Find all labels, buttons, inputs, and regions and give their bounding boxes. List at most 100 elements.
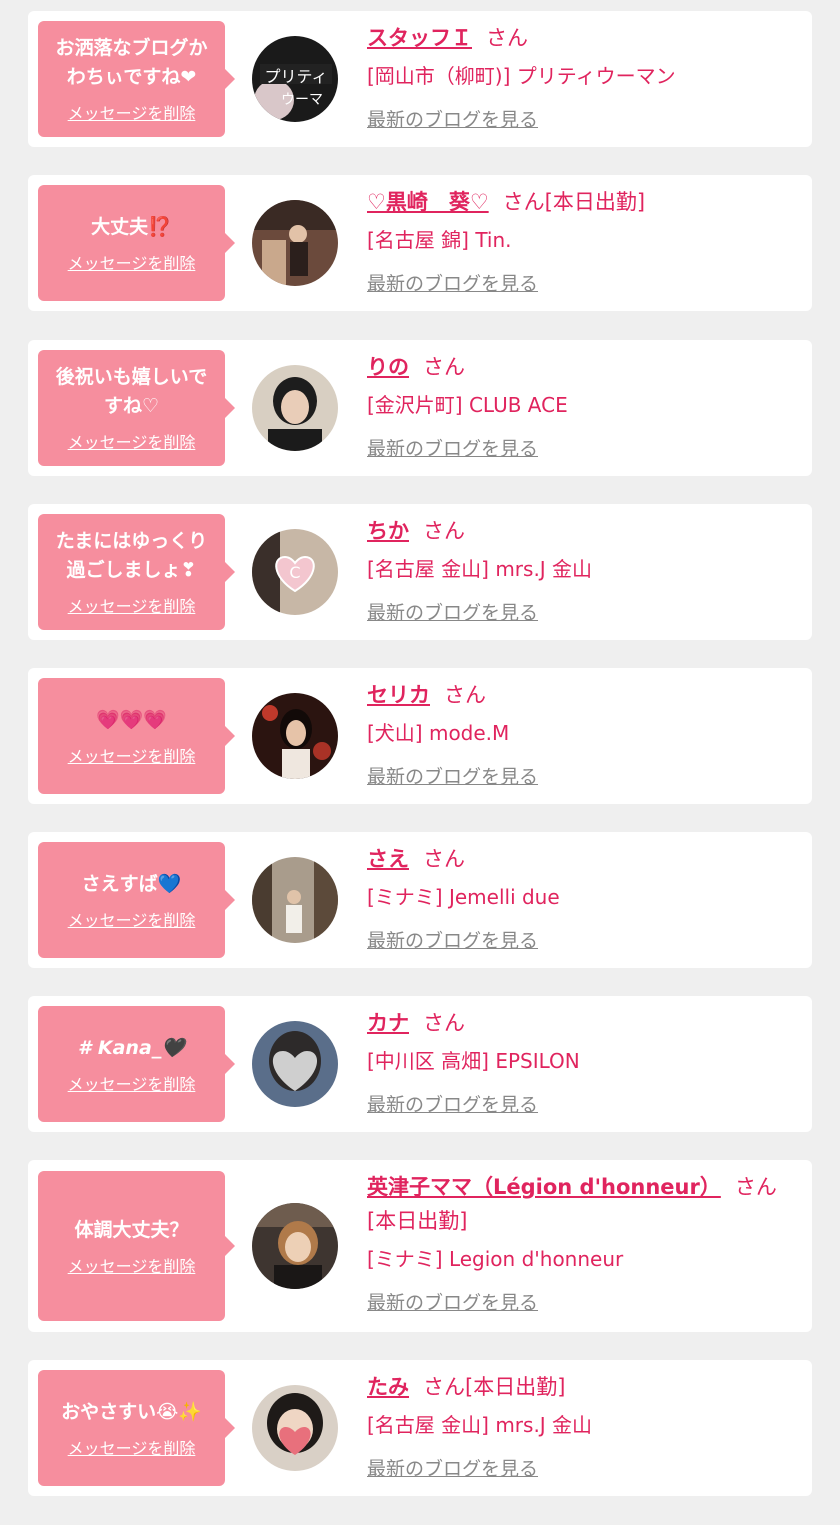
message-text: 体調大丈夫？ [74,1218,189,1241]
message-text: お洒落なブログかわちぃですね❤ [55,37,208,88]
cast-name-line: セリカ さん [367,678,796,712]
honorific: さん [444,683,486,707]
avatar[interactable] [252,857,338,943]
delete-message-link[interactable]: メッセージを削除 [68,1435,196,1459]
latest-blog-link[interactable]: 最新のブログを見る [367,105,538,135]
avatar[interactable] [252,1021,338,1107]
avatar[interactable] [252,365,338,451]
cast-name-line: スタッフＩ さん [367,21,796,55]
message-bubble: さえすば💙 メッセージを削除 [38,842,235,958]
cast-name-line: たみ さん[本日出勤] [367,1370,796,1404]
cast-name-line: 英津子ママ（Légion d'honneur） さん[本日出勤] [367,1170,796,1238]
message-bubble: 体調大丈夫？ メッセージを削除 [38,1171,235,1321]
delete-message-link[interactable]: メッセージを削除 [68,429,196,453]
shop-info: [犬山] mode.M [367,721,510,745]
avatar-image: C [252,529,338,615]
message-bubble: おやさすい😭✨ メッセージを削除 [38,1370,235,1486]
honorific: さん [423,355,465,379]
avatar-image [252,693,338,779]
cast-name-link[interactable]: 英津子ママ（Légion d'honneur） [367,1175,721,1199]
cast-name-link[interactable]: さえ [367,847,409,871]
latest-blog-link[interactable]: 最新のブログを見る [367,1288,538,1318]
shop-info: [中川区 高畑] EPSILON [367,1049,580,1073]
shop-info: [金沢片町] CLUB ACE [367,393,568,417]
latest-blog-link[interactable]: 最新のブログを見る [367,269,538,299]
message-bubble: お洒落なブログかわちぃですね❤ メッセージを削除 [38,21,235,137]
svg-text:C: C [289,563,300,582]
avatar[interactable] [252,1203,338,1289]
message-text: おやさすい😭✨ [61,1400,202,1423]
list-item: たまにはゆっくり過ごしましょ❣ メッセージを削除 C ちか さん [名古屋 金山]… [28,504,812,640]
honorific: さん [423,519,465,543]
list-item: # Kana_🖤 メッセージを削除 カナ さん [中川区 高畑] EPSILON … [28,996,812,1132]
delete-message-link[interactable]: メッセージを削除 [68,1071,196,1095]
honorific: さん [423,1011,465,1035]
delete-message-link[interactable]: メッセージを削除 [68,100,196,124]
delete-message-link[interactable]: メッセージを削除 [68,907,196,931]
message-bubble: 後祝いも嬉しいですね♡ メッセージを削除 [38,350,235,466]
shop-info: [ミナミ] Jemelli due [367,885,560,909]
avatar-image [252,857,338,943]
shop-info: [岡山市（柳町)] プリティウーマン [367,64,676,88]
list-item: おやさすい😭✨ メッセージを削除 たみ さん[本日出勤] [名古屋 金山] mrs… [28,1360,812,1496]
honorific: さん [486,26,528,50]
list-item: 後祝いも嬉しいですね♡ メッセージを削除 りの さん [金沢片町] CLUB AC… [28,340,812,476]
avatar-image [252,200,338,286]
svg-text:ウーマ: ウーマ [281,92,323,108]
list-item: さえすば💙 メッセージを削除 さえ さん [ミナミ] Jemelli due 最新… [28,832,812,968]
list-item: 大丈夫⁉️ メッセージを削除 ♡黒崎 葵♡ さん[本日出勤] [名古屋 錦] Ti… [28,175,812,311]
shop-info: [名古屋 金山] mrs.J 金山 [367,1413,593,1437]
avatar[interactable] [252,1385,338,1471]
message-text: 後祝いも嬉しいですね♡ [55,366,208,417]
avatar-image: プリティ ウーマ [252,36,338,122]
avatar[interactable]: C [252,529,338,615]
avatar[interactable]: プリティ ウーマ [252,36,338,122]
cast-name-link[interactable]: りの [367,355,409,379]
message-list: お洒落なブログかわちぃですね❤ メッセージを削除 プリティ ウーマ スタッフＩ さ… [0,0,840,1525]
delete-message-link[interactable]: メッセージを削除 [68,593,196,617]
cast-name-line: りの さん [367,350,796,384]
shop-info: [名古屋 錦] Tin. [367,228,512,252]
cast-name-link[interactable]: スタッフＩ [367,26,472,50]
message-text: たまにはゆっくり過ごしましょ❣ [55,530,208,581]
shop-info: [ミナミ] Legion d'honneur [367,1247,624,1271]
cast-name-link[interactable]: セリカ [367,683,430,707]
avatar[interactable] [252,200,338,286]
message-bubble: たまにはゆっくり過ごしましょ❣ メッセージを削除 [38,514,235,630]
message-text: 💗💗💗 [96,708,167,731]
latest-blog-link[interactable]: 最新のブログを見る [367,1090,538,1120]
list-item: 体調大丈夫？ メッセージを削除 英津子ママ（Légion d'honneur）さ… [28,1160,812,1332]
latest-blog-link[interactable]: 最新のブログを見る [367,762,538,792]
honorific: さん [423,847,465,871]
message-bubble: 💗💗💗 メッセージを削除 [38,678,235,794]
list-item: お洒落なブログかわちぃですね❤ メッセージを削除 プリティ ウーマ スタッフＩ さ… [28,11,812,147]
message-text: 大丈夫⁉️ [91,215,172,238]
cast-name-link[interactable]: ♡黒崎 葵♡ [367,190,489,214]
delete-message-link[interactable]: メッセージを削除 [68,743,196,767]
delete-message-link[interactable]: メッセージを削除 [68,250,196,274]
honorific: さん[本日出勤] [502,190,646,214]
avatar[interactable] [252,693,338,779]
honorific: さん[本日出勤] [423,1375,566,1399]
message-bubble: # Kana_🖤 メッセージを削除 [38,1006,235,1122]
message-bubble: 大丈夫⁉️ メッセージを削除 [38,185,235,301]
shop-info: [名古屋 金山] mrs.J 金山 [367,557,593,581]
latest-blog-link[interactable]: 最新のブログを見る [367,434,538,464]
cast-name-link[interactable]: カナ [367,1011,409,1035]
avatar-image [252,1203,338,1289]
avatar-image [252,1021,338,1107]
cast-name-line: ♡黒崎 葵♡ さん[本日出勤] [367,185,796,219]
delete-message-link[interactable]: メッセージを削除 [68,1253,196,1277]
latest-blog-link[interactable]: 最新のブログを見る [367,598,538,628]
cast-name-line: ちか さん [367,514,796,548]
avatar-image [252,1385,338,1471]
message-text: さえすば💙 [81,872,182,895]
svg-text:プリティ: プリティ [264,67,327,86]
message-text: # Kana_🖤 [78,1036,185,1059]
cast-name-link[interactable]: たみ [367,1375,409,1399]
cast-name-link[interactable]: ちか [367,519,409,543]
latest-blog-link[interactable]: 最新のブログを見る [367,1454,538,1484]
latest-blog-link[interactable]: 最新のブログを見る [367,926,538,956]
list-item: 💗💗💗 メッセージを削除 セリカ さん [犬山] mode.M 最新のブログを見る [28,668,812,804]
cast-name-line: カナ さん [367,1006,796,1040]
